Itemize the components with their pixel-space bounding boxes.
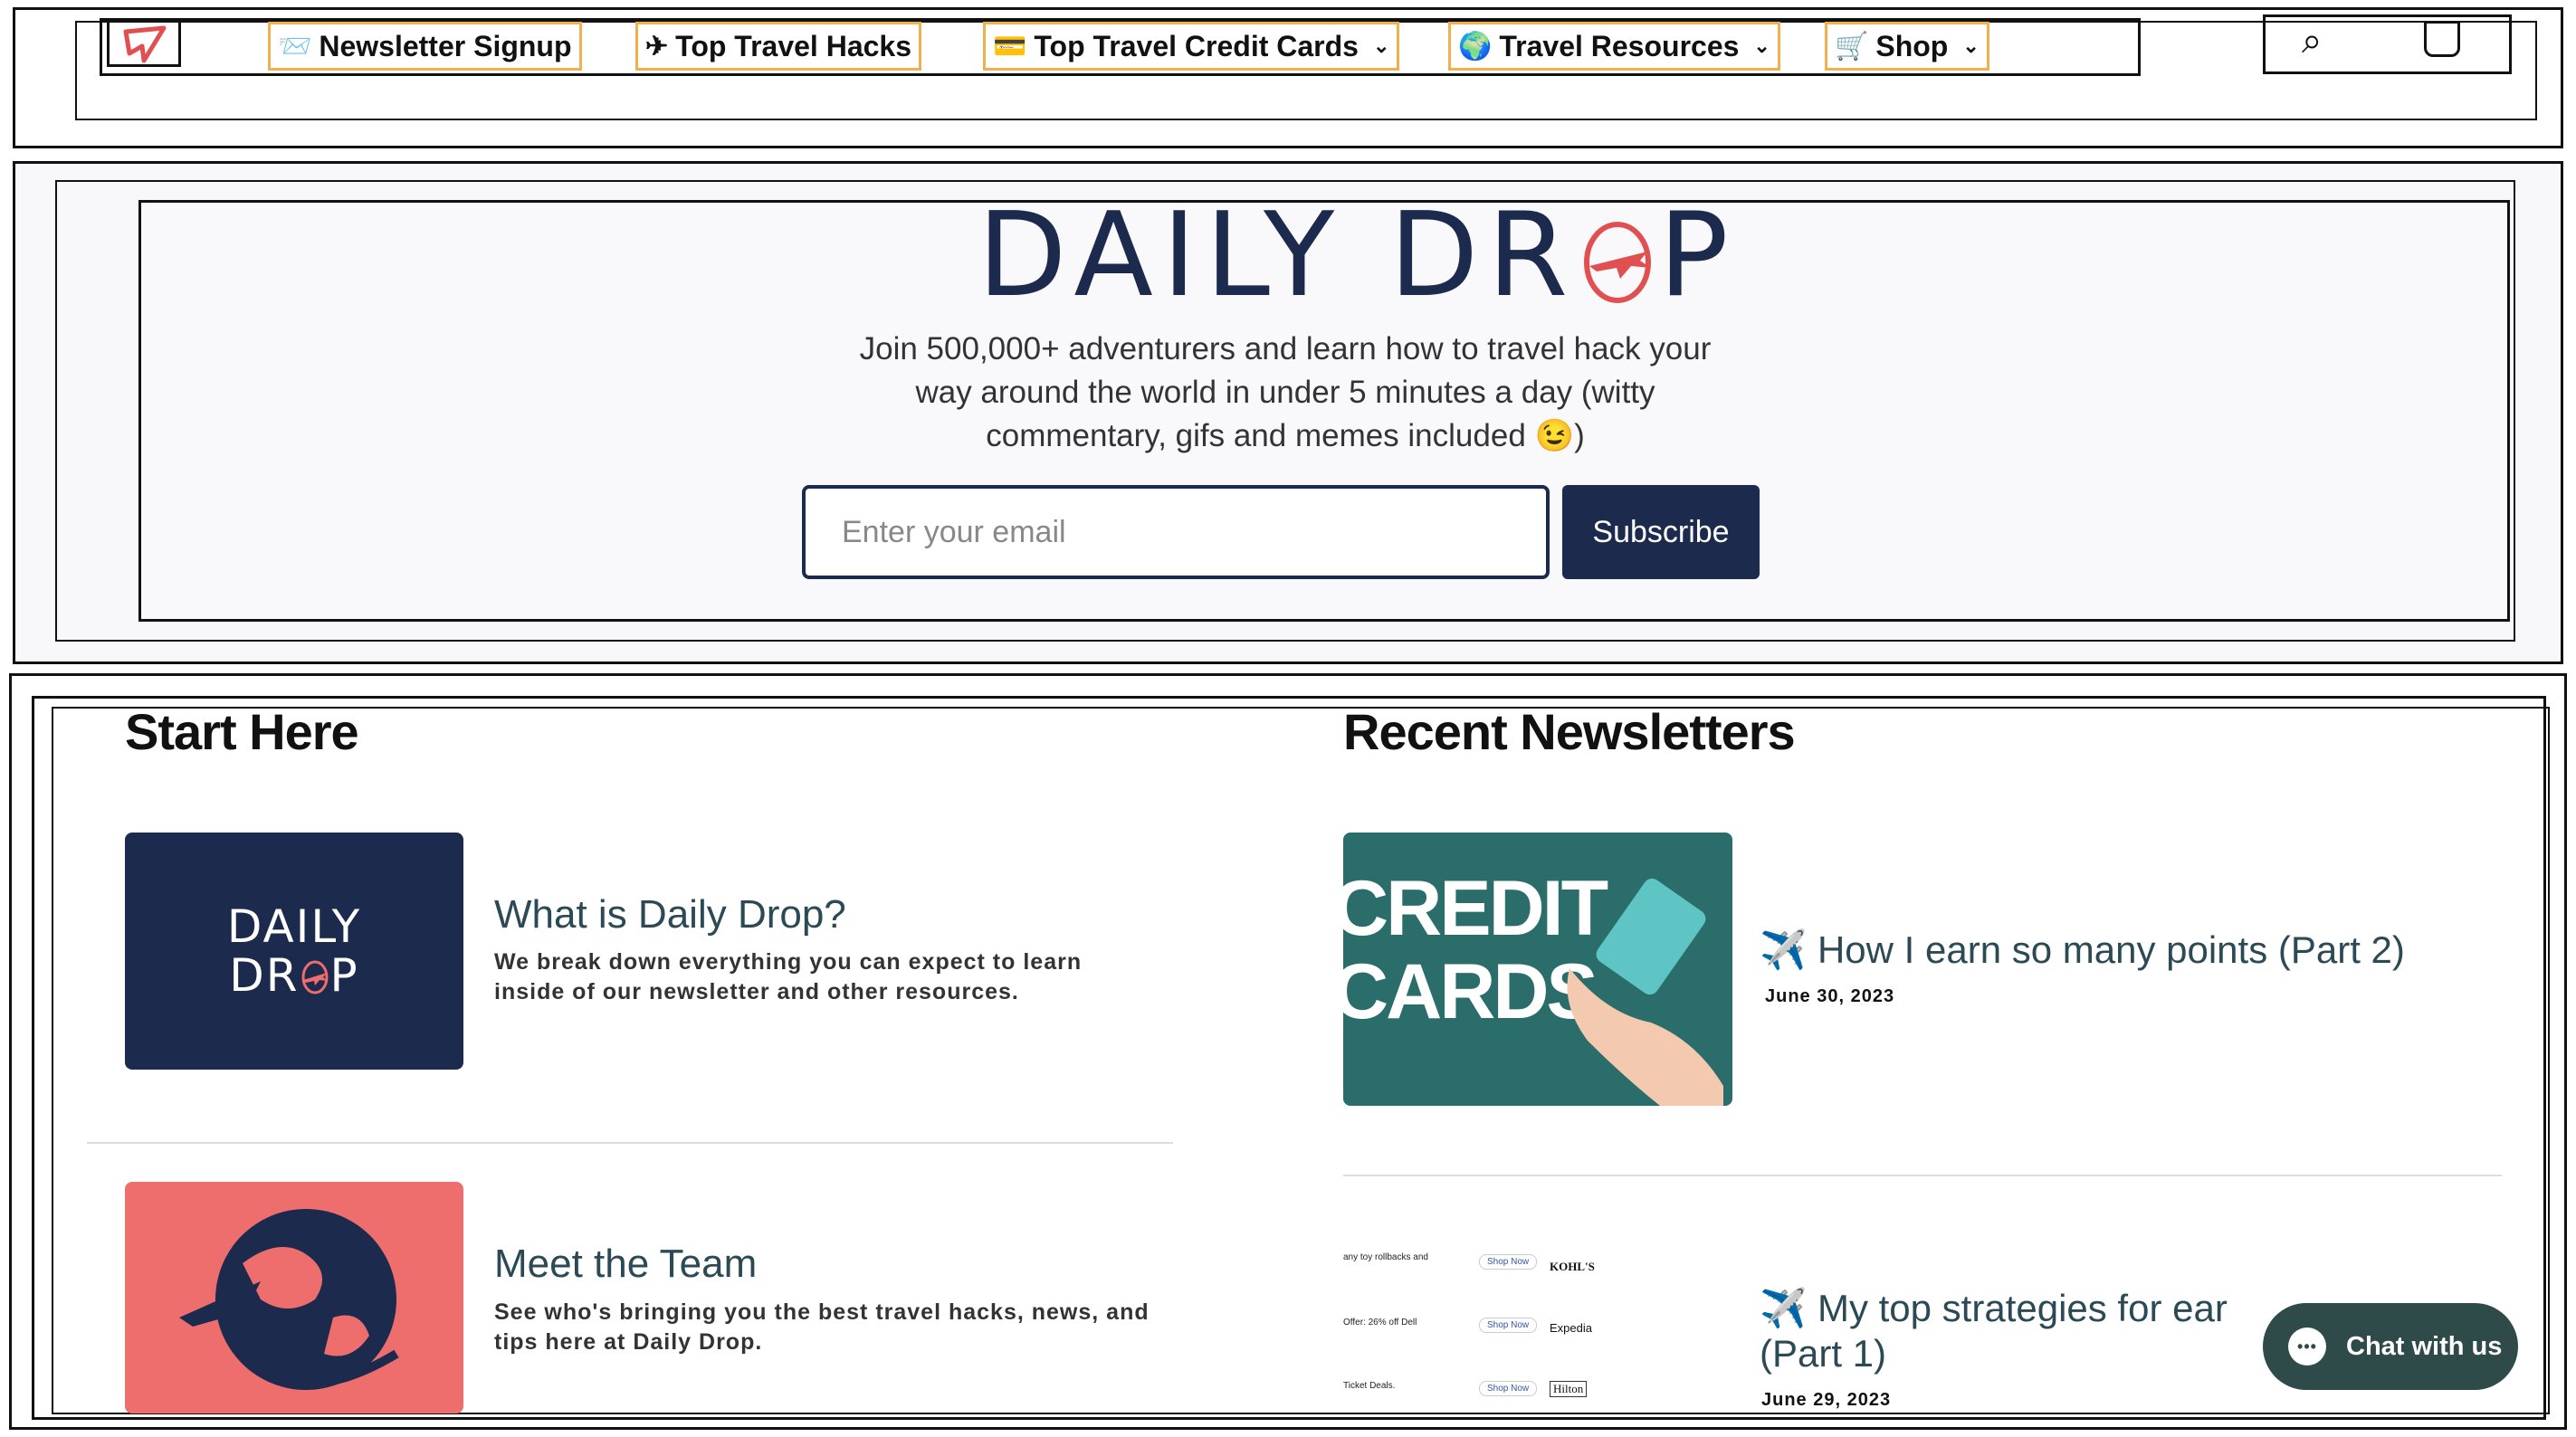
nav-label: Top Travel Hacks — [675, 29, 911, 62]
card-description: See who's bringing you the best travel h… — [494, 1298, 1150, 1357]
airplane-icon: ✈️ — [1760, 928, 1808, 971]
plane-logo-icon — [301, 960, 329, 994]
nav-label: Shop — [1875, 29, 1949, 62]
hero-tagline: Join 500,000+ adventurers and learn how … — [833, 328, 1738, 458]
envelope-icon: 📨 — [278, 31, 312, 62]
divider — [1343, 1175, 2502, 1176]
thumb-text: P — [329, 949, 359, 1002]
credit-card-icon: 💳 — [993, 31, 1027, 62]
plane-logo-icon — [123, 25, 167, 63]
email-input[interactable]: Enter your email — [802, 485, 1550, 579]
shop-now-button: Shop Now — [1479, 1318, 1538, 1333]
recent-newsletters-title: Recent Newsletters — [1343, 703, 1796, 760]
card-title-meet-the-team[interactable]: Meet the Team — [494, 1242, 757, 1287]
chat-with-us-button[interactable]: ••• Chat with us — [2263, 1303, 2518, 1390]
email-placeholder: Enter your email — [842, 514, 1066, 549]
nav-label: Travel Resources — [1499, 29, 1740, 62]
hilton-logo: Hilton — [1550, 1381, 1588, 1397]
tagline-line: Join 500,000+ adventurers and learn how … — [859, 331, 1712, 366]
nav-top-travel-credit-cards[interactable]: 💳 Top Travel Credit Cards ⌄ — [983, 22, 1400, 71]
card-title-what-is-daily-drop[interactable]: What is Daily Drop? — [494, 892, 846, 937]
chat-label: Chat with us — [2346, 1331, 2503, 1361]
tagline-line: way around the world in under 5 minutes … — [915, 375, 1655, 410]
post-title: My top strategies for ear — [1817, 1287, 2228, 1329]
search-icon[interactable]: ⌕ — [2302, 21, 2322, 62]
globe-icon: 🌍 — [1458, 31, 1493, 62]
start-here-title: Start Here — [125, 703, 359, 760]
logo-text-right: P — [1658, 188, 1738, 323]
nav-newsletter-signup[interactable]: 📨 Newsletter Signup — [268, 22, 582, 71]
deal-row-text: any toy rollbacks and — [1343, 1252, 1428, 1262]
chevron-down-icon: ⌄ — [1753, 34, 1770, 57]
deal-row-text: Offer: 26% off Dell — [1343, 1318, 1417, 1328]
daily-drop-logo: DAILY DR P — [978, 188, 1738, 323]
chevron-down-icon: ⌄ — [1372, 34, 1390, 57]
nav-shop[interactable]: 🛒 Shop ⌄ — [1825, 22, 1989, 71]
deal-row-text: Ticket Deals. — [1343, 1381, 1396, 1391]
post-title: How I earn so many points (Part 2) — [1817, 928, 2405, 971]
expedia-logo: Expedia — [1550, 1321, 1592, 1335]
globe-airplane-icon — [179, 1209, 399, 1390]
nav-utility-icons: ⌕ — [2263, 14, 2512, 74]
tagline-line: commentary, gifs and memes included 😉) — [986, 418, 1585, 453]
nav-top-travel-hacks[interactable]: ✈ Top Travel Hacks — [635, 22, 921, 71]
subscribe-button[interactable]: Subscribe — [1562, 485, 1760, 579]
logo-text-left: DAILY DR — [978, 188, 1578, 323]
hand-holding-card-icon — [1567, 878, 1723, 1106]
deals-thumbnail[interactable]: any toy rollbacks and Offer: 26% off Del… — [1343, 1245, 1732, 1404]
divider — [87, 1142, 1173, 1144]
plane-logo-icon — [1577, 199, 1658, 303]
nav-travel-resources[interactable]: 🌍 Travel Resources ⌄ — [1448, 22, 1780, 71]
credit-cards-thumbnail[interactable]: CREDIT CARDS — [1343, 833, 1732, 1106]
desc-line: We break down everything you can expect … — [494, 949, 1083, 975]
cart-icon[interactable] — [2424, 21, 2460, 57]
kohls-logo: KOHL'S — [1550, 1260, 1595, 1273]
card-description: We break down everything you can expect … — [494, 947, 1082, 1007]
meet-the-team-thumbnail[interactable] — [125, 1182, 463, 1413]
post-title-row[interactable]: ✈️ My top strategies for ear — [1760, 1287, 2228, 1331]
post-date: June 30, 2023 — [1765, 986, 1895, 1006]
thumb-text: DAILY — [226, 900, 362, 953]
post-date: June 29, 2023 — [1761, 1390, 1892, 1410]
airplane-icon: ✈️ — [1760, 1287, 1808, 1329]
post-title-continued[interactable]: (Part 1) — [1760, 1332, 1886, 1375]
thumb-text: DR — [229, 949, 300, 1002]
thumb-text-row: DR P — [229, 951, 358, 1000]
desc-line: See who's bringing you the best travel h… — [494, 1299, 1150, 1325]
nav-label: Top Travel Credit Cards — [1034, 29, 1359, 62]
desc-line: tips here at Daily Drop. — [494, 1329, 763, 1355]
shopping-cart-icon: 🛒 — [1835, 31, 1869, 62]
airplane-icon: ✈ — [645, 31, 669, 62]
chevron-down-icon: ⌄ — [1962, 34, 1980, 57]
nav-label: Newsletter Signup — [319, 29, 572, 62]
post-title-row[interactable]: ✈️ How I earn so many points (Part 2) — [1760, 928, 2405, 973]
shop-now-button: Shop Now — [1479, 1254, 1538, 1270]
daily-drop-thumbnail[interactable]: DAILY DR P — [125, 833, 463, 1070]
site-logo[interactable] — [107, 18, 181, 67]
shop-now-button: Shop Now — [1479, 1381, 1538, 1396]
desc-line: inside of our newsletter and other resou… — [494, 979, 1019, 1004]
chat-bubble-icon: ••• — [2288, 1328, 2326, 1366]
